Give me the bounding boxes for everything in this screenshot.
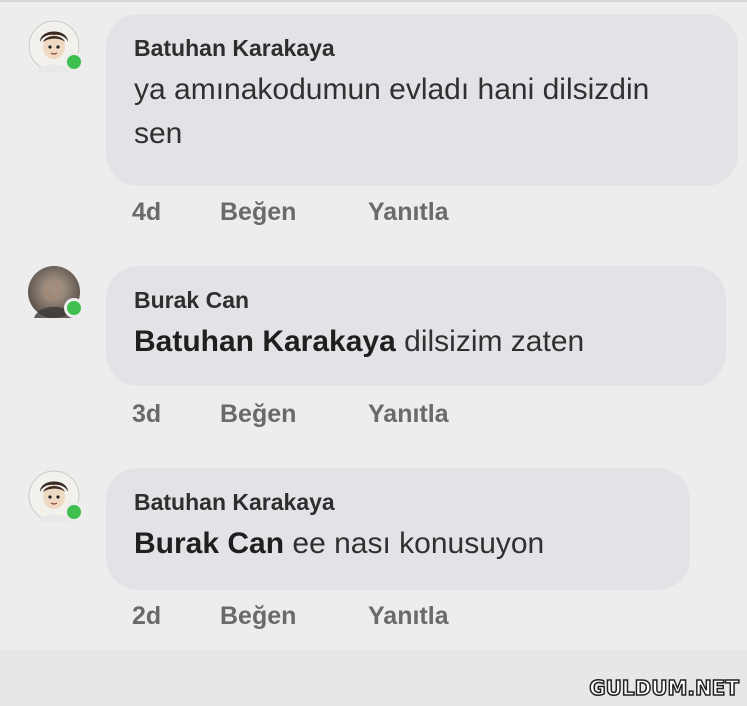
comment-actions: 4d Beğen Yanıtla: [132, 198, 449, 227]
like-button[interactable]: Beğen: [220, 400, 368, 429]
comment-time[interactable]: 2d: [132, 602, 220, 631]
comment-text: Burak Can ee nası konusuyon: [134, 522, 662, 566]
watermark-logo: GULDUM.NET: [588, 675, 739, 701]
like-button[interactable]: Beğen: [220, 602, 368, 631]
avatar[interactable]: [28, 266, 84, 318]
avatar[interactable]: [28, 20, 84, 72]
mention-link[interactable]: Burak Can: [134, 527, 284, 560]
reply-button[interactable]: Yanıtla: [368, 400, 449, 429]
mention-link[interactable]: Batuhan Karakaya: [134, 325, 396, 358]
comment-time[interactable]: 3d: [132, 400, 220, 429]
online-status-dot: [64, 298, 84, 318]
like-button[interactable]: Beğen: [220, 198, 368, 227]
comment-text: ya amınakodumun evladı hani dilsizdin se…: [134, 68, 694, 156]
footer-area: GULDUM.NET: [0, 650, 747, 706]
comment-bubble: Batuhan Karakaya ya amınakodumun evladı …: [106, 14, 738, 186]
comment-body: ya amınakodumun evladı hani dilsizdin se…: [134, 73, 650, 150]
comment-text: Batuhan Karakaya dilsizim zaten: [134, 320, 698, 364]
comment-body: ee nası konusuyon: [292, 527, 545, 560]
comment-actions: 3d Beğen Yanıtla: [132, 400, 449, 429]
comment-actions: 2d Beğen Yanıtla: [132, 602, 449, 631]
comment-time[interactable]: 4d: [132, 198, 220, 227]
comment-body: dilsizim zaten: [404, 325, 585, 358]
online-status-dot: [64, 502, 84, 522]
online-status-dot: [64, 52, 84, 72]
comment-author[interactable]: Burak Can: [134, 286, 698, 314]
comment-author[interactable]: Batuhan Karakaya: [134, 34, 710, 62]
comment-bubble: Batuhan Karakaya Burak Can ee nası konus…: [106, 468, 690, 590]
comment-bubble: Burak Can Batuhan Karakaya dilsizim zate…: [106, 266, 726, 386]
reply-button[interactable]: Yanıtla: [368, 602, 449, 631]
avatar[interactable]: [28, 470, 84, 522]
reply-button[interactable]: Yanıtla: [368, 198, 449, 227]
comment-author[interactable]: Batuhan Karakaya: [134, 488, 662, 516]
top-divider: [0, 0, 747, 2]
